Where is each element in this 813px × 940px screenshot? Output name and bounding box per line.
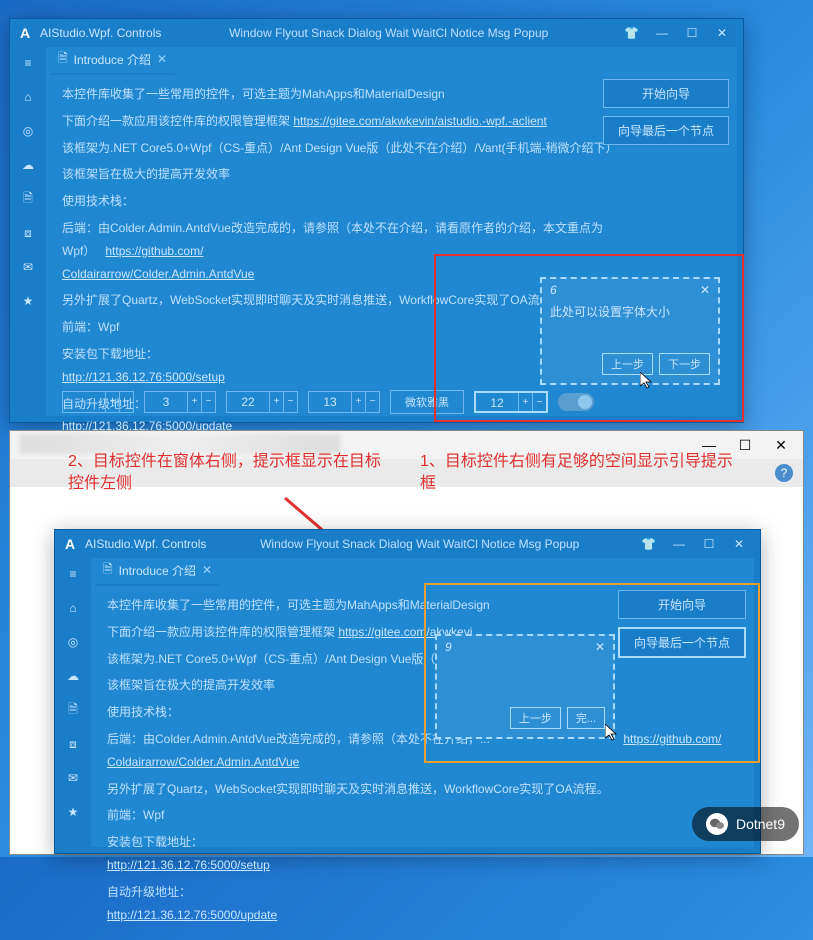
tabs: 🗎 Introduce 介绍 ✕	[46, 47, 737, 73]
cube-icon[interactable]: ⧈	[18, 223, 38, 243]
theme-icon[interactable]: 👕	[624, 26, 639, 40]
main-menu[interactable]: Window Flyout Snack Dialog Wait WaitCl N…	[161, 26, 616, 40]
cloud-icon[interactable]: ☁	[63, 666, 83, 686]
link-colder[interactable]: Coldairarrow/Colder.Admin.AntdVue	[107, 755, 299, 769]
link-setup[interactable]: http://121.36.12.76:5000/setup	[107, 858, 270, 872]
menu-icon[interactable]: ≡	[18, 53, 38, 73]
titlebar: A AIStudio.Wpf. Controls Window Flyout S…	[10, 19, 743, 47]
doc-line: 使用技术栈：	[62, 190, 721, 213]
sidebar-2: ≡ ⌂ ◎ ☁ 🗎 ⧈ ✉ ★	[55, 558, 91, 853]
stepper-a[interactable]: 3+−	[144, 391, 216, 413]
doc-line: 后端：由Colder.Admin.AntdVue改造完成的，请参照（本处不在介绍…	[107, 728, 738, 774]
tooltip-next-button[interactable]: 下一步	[659, 353, 710, 375]
app-title: AIStudio.Wpf. Controls	[85, 537, 206, 551]
menu-icon[interactable]: ≡	[63, 564, 83, 584]
guide-tooltip-9: 9 ✕ 上一步 完...	[435, 634, 615, 739]
app-window-2: A AIStudio.Wpf. Controls Window Flyout S…	[54, 529, 761, 854]
tooltip-prev-button[interactable]: 上一步	[510, 707, 561, 729]
star-icon[interactable]: ★	[63, 802, 83, 822]
guide-buttons-2: 开始向导 向导最后一个节点	[618, 590, 746, 658]
minimize-button[interactable]: —	[664, 534, 694, 554]
tab-label: Introduce 介绍	[119, 562, 196, 579]
start-guide-button[interactable]: 开始向导	[618, 590, 746, 619]
browser-close-button[interactable]: ✕	[769, 437, 793, 454]
last-node-button[interactable]: 向导最后一个节点	[603, 116, 729, 145]
msg-icon[interactable]: ✉	[63, 768, 83, 788]
tab-introduce[interactable]: 🗎 Introduce 介绍 ✕	[50, 46, 175, 75]
doc-line: 前端：Wpf	[107, 804, 738, 827]
cloud-icon[interactable]: ☁	[18, 155, 38, 175]
tooltip-prev-button[interactable]: 上一步	[602, 353, 653, 375]
tab-close-icon[interactable]: ✕	[157, 52, 167, 66]
doc-icon[interactable]: 🗎	[18, 189, 38, 209]
star-icon[interactable]: ★	[18, 291, 38, 311]
close-button[interactable]: ✕	[707, 23, 737, 43]
link-setup[interactable]: http://121.36.12.76:5000/setup	[62, 370, 225, 384]
app-window-1: A AIStudio.Wpf. Controls Window Flyout S…	[9, 18, 744, 423]
app-logo: A	[16, 24, 34, 42]
tab-doc-icon: 🗎	[58, 49, 68, 70]
font-select[interactable]: 微软雅黑	[390, 390, 464, 414]
app-logo: A	[61, 535, 79, 553]
link-github[interactable]: https://github.com/	[623, 732, 721, 746]
wechat-label: Dotnet9	[736, 816, 785, 832]
doc-line: 另外扩展了Quartz，WebSocket实现即时聊天及实时消息推送，Workf…	[107, 778, 738, 801]
main-menu[interactable]: Window Flyout Snack Dialog Wait WaitCl N…	[206, 537, 633, 551]
theme-icon[interactable]: 👕	[641, 537, 656, 551]
guide-buttons: 开始向导 向导最后一个节点	[603, 79, 729, 145]
app-title: AIStudio.Wpf. Controls	[40, 26, 161, 40]
stepper-empty[interactable]: +−	[62, 391, 134, 413]
wechat-icon	[706, 813, 728, 835]
stepper-c[interactable]: 13+−	[308, 391, 380, 413]
last-node-button[interactable]: 向导最后一个节点	[618, 627, 746, 658]
doc-line: 使用技术栈：	[107, 701, 738, 724]
stepper-b[interactable]: 22+−	[226, 391, 298, 413]
tooltip-text: 此处可以设置字体大小	[550, 303, 710, 320]
maximize-button[interactable]: ☐	[694, 534, 724, 554]
toggle-switch[interactable]	[558, 393, 594, 411]
doc-line: 自动升级地址：http://121.36.12.76:5000/update	[107, 881, 738, 927]
browser-window: — ☐ ✕ ? 1、目标控件右侧有足够的空间显示引导提示框 2、目标控件在窗体右…	[9, 430, 804, 855]
tab-doc-icon: 🗎	[103, 560, 113, 581]
maximize-button[interactable]: ☐	[677, 23, 707, 43]
compass-icon[interactable]: ◎	[18, 121, 38, 141]
msg-icon[interactable]: ✉	[18, 257, 38, 277]
compass-icon[interactable]: ◎	[63, 632, 83, 652]
titlebar-2: A AIStudio.Wpf. Controls Window Flyout S…	[55, 530, 760, 558]
help-icon[interactable]: ?	[775, 464, 793, 482]
link-gitee[interactable]: https://gitee.com/akwkevin/aistudio.-wpf…	[293, 114, 546, 128]
tabs-2: 🗎 Introduce 介绍 ✕	[91, 558, 754, 584]
doc-line: 该框架旨在极大的提高开发效率	[107, 674, 738, 697]
doc-icon[interactable]: 🗎	[63, 700, 83, 720]
annotation-text-1: 1、目标控件右侧有足够的空间显示引导提示框	[420, 451, 740, 496]
start-guide-button[interactable]: 开始向导	[603, 79, 729, 108]
cube-icon[interactable]: ⧈	[63, 734, 83, 754]
tooltip-done-button[interactable]: 完...	[567, 707, 605, 729]
sidebar: ≡ ⌂ ◎ ☁ 🗎 ⧈ ✉ ★	[10, 47, 46, 422]
annotation-text-2: 2、目标控件在窗体右侧，提示框显示在目标控件左侧	[68, 451, 388, 496]
doc-line: 后端：由Colder.Admin.AntdVue改造完成的，请参照（本处不在介绍…	[62, 217, 721, 285]
link-colder[interactable]: Coldairarrow/Colder.Admin.AntdVue	[62, 267, 254, 281]
tooltip-step-number: 9	[445, 640, 452, 654]
tooltip-close-icon[interactable]: ✕	[700, 283, 710, 297]
wechat-badge: Dotnet9	[692, 807, 799, 841]
link-update[interactable]: http://121.36.12.76:5000/update	[107, 908, 277, 922]
close-button[interactable]: ✕	[724, 534, 754, 554]
guide-tooltip-6: 6 ✕ 此处可以设置字体大小 上一步 下一步	[540, 277, 720, 385]
doc-line: 安装包下载地址：http://121.36.12.76:5000/setup	[107, 831, 738, 877]
stepper-row: +− 3+− 22+− 13+− 微软雅黑 12+− btn	[62, 390, 731, 414]
link-github[interactable]: https://github.com/	[105, 244, 203, 258]
doc-line: 该框架旨在极大的提高开发效率	[62, 163, 721, 186]
tab-introduce[interactable]: 🗎 Introduce 介绍 ✕	[95, 557, 220, 586]
tooltip-close-icon[interactable]: ✕	[595, 640, 605, 654]
tab-label: Introduce 介绍	[74, 51, 151, 68]
tab-close-icon[interactable]: ✕	[202, 563, 212, 577]
home-icon[interactable]: ⌂	[18, 87, 38, 107]
tooltip-step-number: 6	[550, 283, 557, 297]
minimize-button[interactable]: —	[647, 23, 677, 43]
stepper-fontsize[interactable]: 12+−	[474, 391, 548, 413]
home-icon[interactable]: ⌂	[63, 598, 83, 618]
